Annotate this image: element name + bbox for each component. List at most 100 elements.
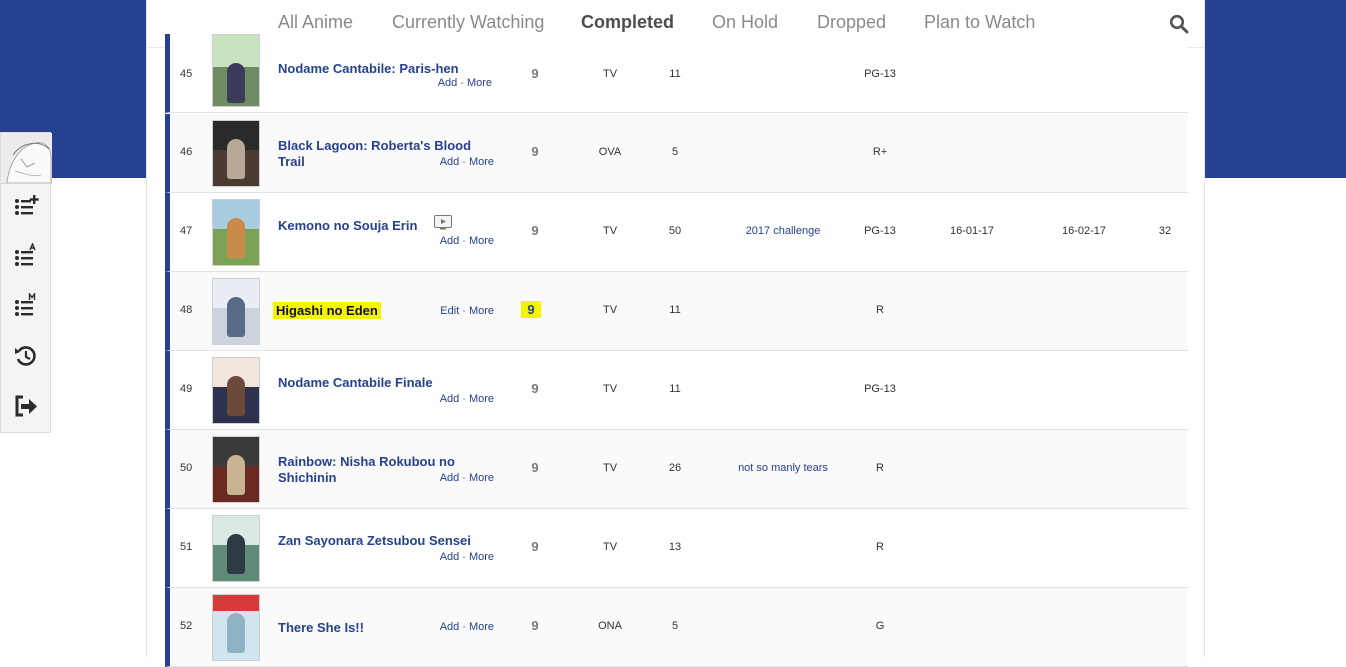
anime-title-link[interactable]: Zan Sayonara Zetsubou Sensei [278, 533, 493, 549]
more-link[interactable]: More [469, 305, 494, 317]
avatar[interactable] [1, 133, 52, 184]
add-link[interactable]: Add [440, 393, 460, 405]
tab-plan-to-watch[interactable]: Plan to Watch [924, 12, 1035, 33]
score-value: 9 [531, 539, 539, 554]
row-actions: Add - More [439, 393, 494, 405]
table-row: 52 There She Is!! Add - More 9 ONA 5 G [165, 588, 1188, 667]
type-value: TV [602, 304, 618, 316]
anime-thumbnail[interactable] [212, 278, 260, 345]
anime-thumbnail[interactable] [212, 594, 260, 661]
score-value: 9 [531, 66, 539, 81]
row-number: 50 [180, 462, 193, 474]
anime-title-link[interactable]: There She Is!! [278, 620, 428, 636]
rating-value: G [875, 620, 885, 632]
add-link[interactable]: Add [440, 621, 460, 633]
tab-dropped[interactable]: Dropped [817, 12, 886, 33]
type-value: TV [602, 541, 618, 553]
add-list-icon[interactable] [13, 193, 39, 219]
logout-icon[interactable] [13, 393, 39, 419]
anime-thumbnail[interactable] [212, 199, 260, 266]
type-value: OVA [598, 146, 622, 158]
start-date: 16-01-17 [949, 225, 995, 237]
anime-title-link[interactable]: Kemono no Souja Erin [278, 218, 428, 234]
list-manga-icon[interactable] [13, 291, 39, 319]
table-row: 49 Nodame Cantabile Finale Add - More 9 TV… [165, 351, 1188, 430]
table-row: 47 Kemono no Souja Erin Add - More 9 TV 50… [165, 193, 1188, 272]
score-value: 9 [531, 618, 539, 633]
more-link[interactable]: More [469, 156, 494, 168]
tags-link[interactable]: not so manly tears [718, 462, 848, 474]
tab-all-anime[interactable]: All Anime [278, 12, 353, 33]
anime-title-link[interactable]: Nodame Cantabile: Paris-hen [278, 61, 493, 77]
tab-currently-watching[interactable]: Currently Watching [392, 12, 544, 33]
score-value: 9 [531, 223, 539, 238]
row-actions: Add - More [439, 551, 494, 563]
history-icon[interactable] [13, 343, 39, 369]
more-link[interactable]: More [469, 393, 494, 405]
list-anime-icon[interactable] [13, 242, 39, 269]
row-number: 46 [180, 146, 193, 158]
search-icon[interactable] [1169, 14, 1189, 34]
rating-value: PG-13 [864, 383, 896, 395]
row-number: 47 [180, 225, 193, 237]
add-link[interactable]: Add [440, 235, 460, 247]
score-value: 9 [531, 460, 539, 475]
episodes-value: 13 [668, 541, 682, 553]
episodes-value: 5 [671, 146, 679, 158]
row-number: 49 [180, 383, 193, 395]
anime-thumbnail[interactable] [212, 357, 260, 424]
more-link[interactable]: More [467, 77, 492, 89]
tab-completed[interactable]: Completed [581, 12, 675, 44]
row-number: 52 [180, 620, 193, 632]
episodes-value: 11 [669, 68, 681, 80]
more-link[interactable]: More [469, 621, 494, 633]
more-link[interactable]: More [469, 235, 494, 247]
table-row: 50 Rainbow: Nisha Rokubou no Shichinin A… [165, 430, 1188, 509]
table-row: 48 Higashi no Eden Edit - More 9 TV 11 R [165, 272, 1188, 351]
episodes-value: 50 [668, 225, 682, 237]
type-value: TV [602, 462, 618, 474]
video-icon[interactable] [434, 215, 452, 230]
table-row: 46 Black Lagoon: Roberta's Blood Trail A… [165, 114, 1188, 193]
row-actions: Add - More [439, 472, 494, 484]
quick-actions-sidebar [0, 132, 52, 433]
tab-on-hold[interactable]: On Hold [712, 12, 778, 33]
days-value: 32 [1158, 225, 1172, 237]
more-link[interactable]: More [469, 551, 494, 563]
row-number: 48 [180, 304, 193, 316]
tags-link[interactable]: 2017 challenge [718, 225, 848, 237]
score-value: 9 [531, 381, 539, 396]
row-actions: Edit - More [440, 305, 494, 317]
more-link[interactable]: More [469, 472, 494, 484]
type-value: TV [602, 225, 618, 237]
row-number: 51 [180, 541, 193, 553]
score-value: 9 [531, 144, 539, 159]
anime-thumbnail[interactable] [212, 120, 260, 187]
episodes-value: 11 [669, 383, 681, 395]
anime-list-panel: All Anime Currently Watching Completed O… [146, 0, 1205, 667]
row-actions: Add - More [439, 235, 494, 247]
rating-value: PG-13 [864, 225, 896, 237]
anime-thumbnail[interactable] [212, 515, 260, 582]
score-value[interactable]: 9 [521, 301, 541, 318]
add-link[interactable]: Add [438, 77, 458, 89]
type-value: TV [602, 68, 618, 80]
add-link[interactable]: Add [440, 472, 460, 484]
anime-title-text: Higashi no Eden [273, 302, 381, 319]
row-number: 45 [180, 68, 193, 80]
row-actions: Add - More [439, 156, 494, 168]
episodes-value: 5 [671, 620, 679, 632]
anime-title-link[interactable]: Nodame Cantabile Finale [278, 375, 493, 391]
anime-thumbnail[interactable] [212, 436, 260, 503]
rating-value: R [876, 541, 884, 553]
add-link[interactable]: Add [440, 551, 460, 563]
rating-value: R [876, 462, 884, 474]
rating-value: PG-13 [864, 68, 896, 80]
row-actions: Add - More [437, 77, 492, 89]
anime-thumbnail[interactable] [212, 34, 260, 107]
episodes-value: 26 [668, 462, 682, 474]
add-link[interactable]: Add [440, 156, 460, 168]
table-row: 45 Nodame Cantabile: Paris-hen Add - More … [165, 34, 1188, 113]
rating-value: R+ [872, 146, 888, 158]
edit-link[interactable]: Edit [440, 305, 459, 317]
